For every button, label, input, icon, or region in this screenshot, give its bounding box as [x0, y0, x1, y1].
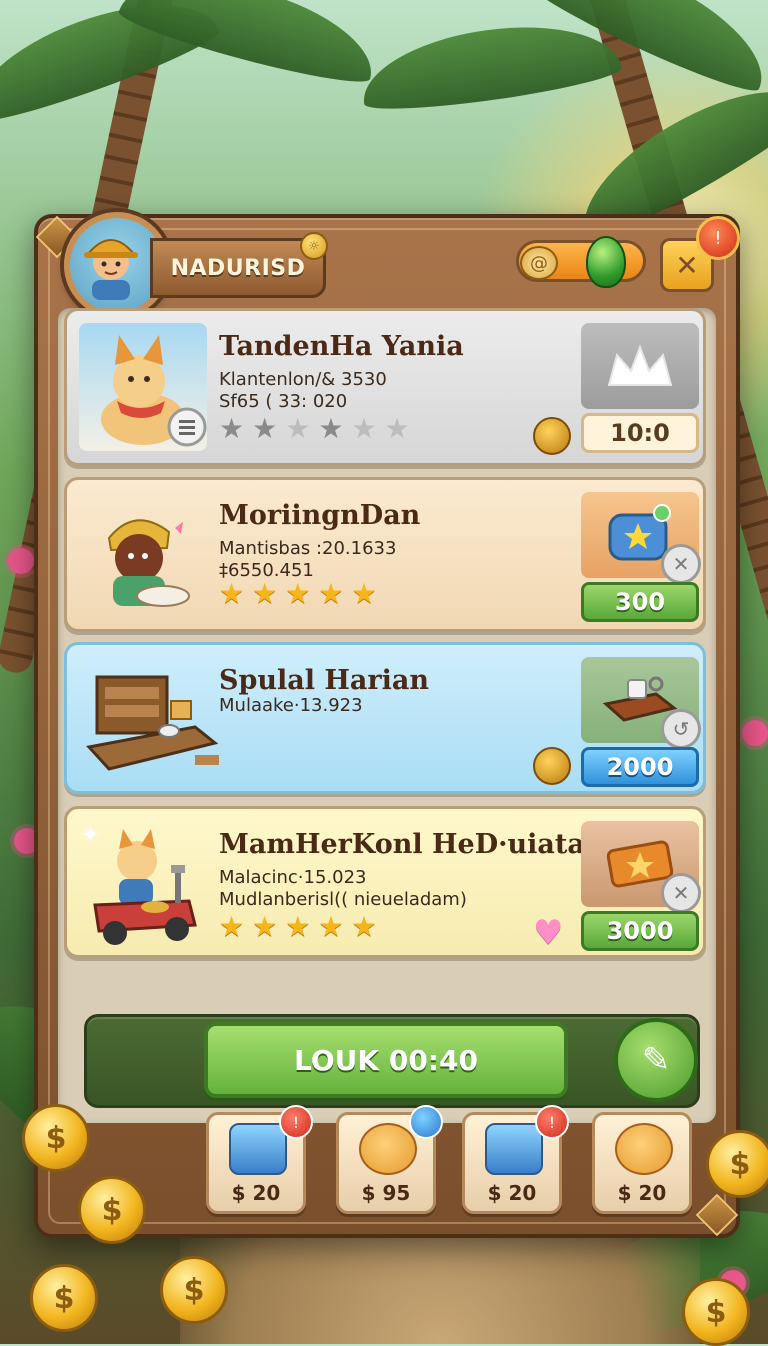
balloon-icon	[409, 1105, 443, 1139]
settings-cog-icon[interactable]: ☼	[300, 232, 328, 260]
star-icon: ★	[219, 910, 245, 943]
item-preview	[581, 323, 699, 409]
star-rating: ★ ★ ★ ★ ★ ★	[219, 415, 410, 443]
star-icon: ★	[384, 412, 410, 445]
flower	[8, 548, 34, 574]
star-icon: ★	[351, 577, 377, 610]
star-icon: ★	[351, 910, 377, 943]
quick-buy-price: $ 20	[617, 1181, 667, 1205]
character-thumbnail	[79, 323, 207, 451]
character-thumbnail	[79, 492, 207, 620]
star-icon: ★	[219, 577, 245, 610]
pet-icon	[615, 1123, 673, 1175]
pencil-icon: ✎	[641, 1040, 671, 1080]
item-title: Spulal Harian	[219, 665, 430, 696]
list-item[interactable]: TandenHa Yania Klantenlon/& 3530 Sf65 ( …	[64, 308, 706, 466]
coin-icon	[533, 747, 571, 785]
item-thumbnail	[75, 657, 225, 785]
item-title: TandenHa Yania	[219, 331, 464, 362]
dollar-coin-icon: $	[706, 1130, 768, 1198]
quick-buy-item[interactable]: ! $ 20	[206, 1105, 313, 1214]
star-icon: ★	[252, 910, 278, 943]
alert-badge-icon[interactable]: !	[696, 216, 740, 260]
star-icon: ★	[351, 412, 377, 445]
workbench-icon	[86, 675, 219, 771]
list-item[interactable]: ✦ MamHerKonl HeD·uiatals Malacinc·15.023…	[64, 806, 706, 958]
item-title: MoriingnDan	[219, 500, 421, 531]
list-item[interactable]: Spulal Harian Mulaake·13.923 ↺ 2000	[64, 642, 706, 794]
remove-icon[interactable]: ↺	[661, 709, 701, 749]
list-item[interactable]: MoriingnDan Mantisbas :20.1633 ‡6550.451…	[64, 477, 706, 632]
buy-button[interactable]: 300	[581, 582, 699, 622]
star-rating: ★ ★ ★ ★ ★	[219, 580, 377, 608]
gem-icon[interactable]	[586, 236, 626, 288]
alert-badge-icon: !	[279, 1105, 313, 1139]
fox-character-icon	[101, 335, 207, 447]
swirl-icon: @	[520, 246, 558, 280]
alert-badge-icon: !	[535, 1105, 569, 1139]
dollar-coin-icon: $	[30, 1264, 98, 1332]
star-icon: ★	[285, 910, 311, 943]
item-stat: Mantisbas :20.1633	[219, 538, 397, 559]
item-stat: Mulaake·13.923	[219, 695, 363, 716]
buy-button[interactable]: 2000	[581, 747, 699, 787]
chest-icon	[485, 1123, 543, 1175]
flower	[742, 720, 768, 746]
item-stat: Mudlanberisl(( nieueladam)	[219, 889, 467, 910]
star-icon: ★	[285, 577, 311, 610]
quick-buy-price: $ 20	[231, 1181, 281, 1205]
star-icon: ★	[318, 910, 344, 943]
edit-button[interactable]: ✎	[614, 1018, 698, 1102]
crown-icon	[607, 344, 673, 386]
buy-button[interactable]: 3000	[581, 911, 699, 951]
chest-icon	[229, 1123, 287, 1175]
character-thumbnail	[79, 821, 207, 949]
quick-buy-item[interactable]: $ 20	[592, 1112, 692, 1214]
dollar-coin-icon: $	[160, 1256, 228, 1324]
chef-character-icon	[107, 519, 190, 607]
quick-buy-item[interactable]: ! $ 20	[462, 1105, 569, 1214]
star-icon: ★	[285, 412, 311, 445]
remove-icon[interactable]: ✕	[661, 873, 701, 913]
quick-buy-price: $ 95	[361, 1181, 411, 1205]
star-icon: ★	[219, 412, 245, 445]
star-icon: ★	[252, 577, 278, 610]
close-icon: ✕	[675, 248, 699, 282]
item-preview: ↺	[581, 657, 701, 749]
buy-button[interactable]: 10:0	[581, 413, 699, 453]
corner-ornament	[695, 1193, 739, 1237]
quick-buy-item[interactable]: $ 95	[336, 1105, 443, 1214]
coin-icon	[533, 417, 571, 455]
star-icon: ★	[318, 412, 344, 445]
star-icon: ★	[252, 412, 278, 445]
avatar-icon	[84, 239, 138, 300]
star-icon: ★	[318, 577, 344, 610]
dollar-coin-icon: $	[682, 1278, 750, 1346]
star-rating: ★ ★ ★ ★ ★	[219, 913, 377, 941]
item-preview: ✕	[581, 492, 701, 584]
dollar-coin-icon: $	[78, 1176, 146, 1244]
quick-buy-price: $ 20	[487, 1181, 537, 1205]
main-action-button[interactable]: LOUK 00:40	[204, 1022, 568, 1098]
item-title: MamHerKonl HeD·uiatals	[219, 829, 611, 860]
pet-icon	[359, 1123, 417, 1175]
item-stat: Malacinc·15.023	[219, 867, 367, 888]
remove-icon[interactable]: ✕	[661, 544, 701, 584]
heart-icon[interactable]: ♥	[533, 913, 563, 953]
item-preview: ✕	[581, 821, 701, 913]
dollar-coin-icon: $	[22, 1104, 90, 1172]
driver-character-icon	[93, 829, 197, 945]
item-stat: Klantenlon/& 3530	[219, 369, 387, 390]
item-stat: Sf65 ( 33: 020	[219, 391, 348, 412]
